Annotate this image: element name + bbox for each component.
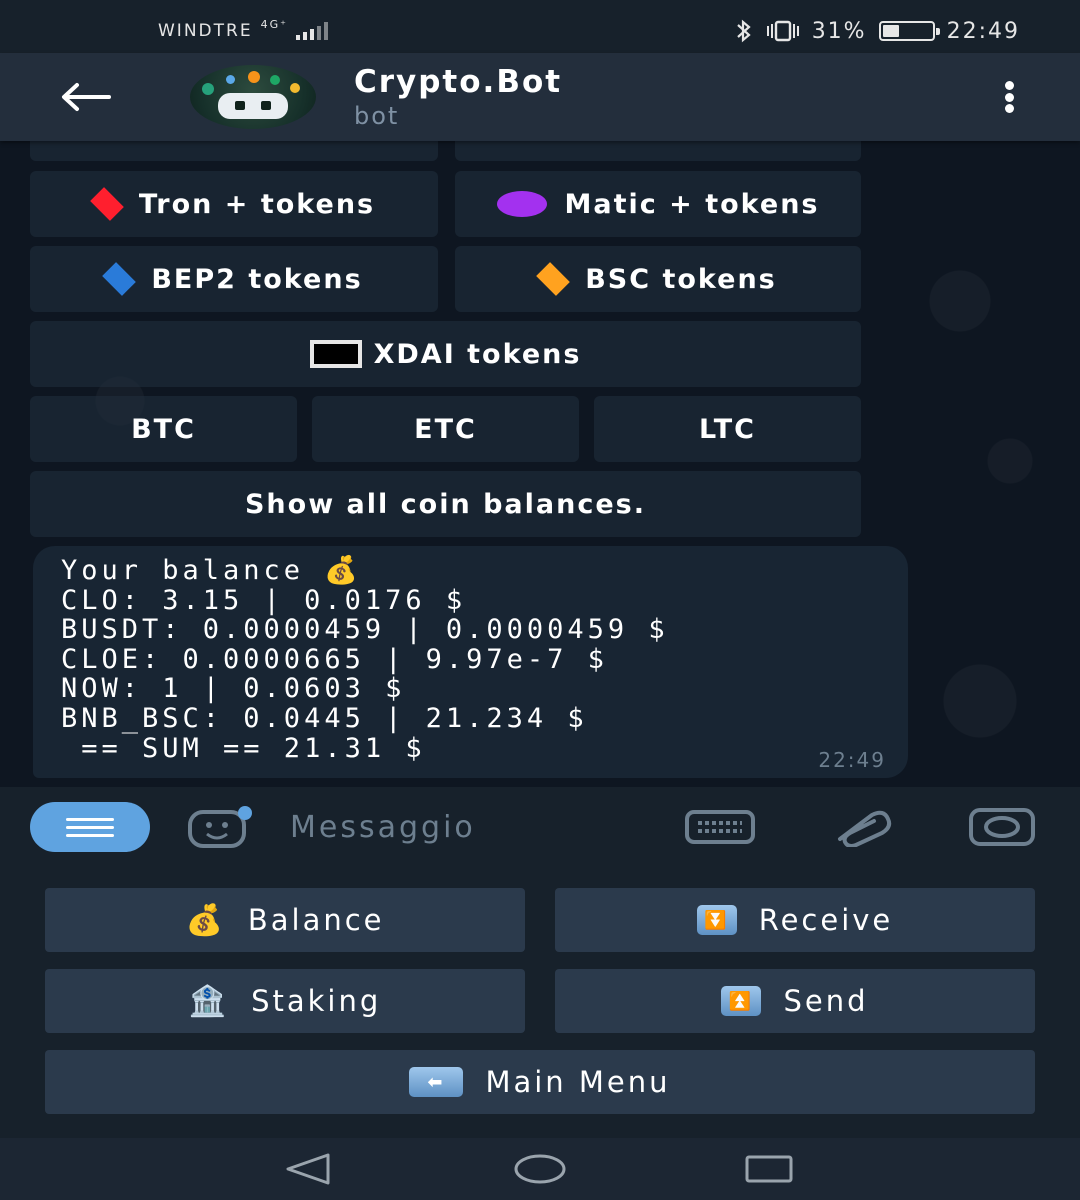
staking-button[interactable]: 🏦 Staking xyxy=(45,969,525,1033)
message-line: == SUM == 21.31 $ xyxy=(61,732,426,764)
clock: 22:49 xyxy=(946,18,1020,44)
message-line: BUSDT: 0.0000459 | 0.0000459 $ xyxy=(61,614,669,646)
inline-button-label: Matic + tokens xyxy=(564,188,820,220)
status-right: 31% 22:49 xyxy=(734,19,1020,44)
nav-recents-icon[interactable] xyxy=(744,1152,794,1186)
arrow-left-icon xyxy=(62,83,111,111)
inline-button-matic[interactable]: Matic + tokens xyxy=(455,171,861,237)
inline-button-show-all-balances[interactable]: Show all coin balances. xyxy=(30,471,861,537)
chat-header: Crypto.Bot bot xyxy=(0,53,1080,141)
inline-button-label: Show all coin balances. xyxy=(244,488,646,520)
inline-button-xdai[interactable]: XDAI tokens xyxy=(30,321,861,387)
inline-button-label: BTC xyxy=(131,413,196,445)
sticker-icon[interactable] xyxy=(187,805,255,849)
keyboard-icon[interactable] xyxy=(684,807,756,847)
reply-keyboard: 💰 Balance ⏬ Receive 🏦 Staking ⏫ Send ⬅ M… xyxy=(0,865,1080,1138)
inline-button-btc[interactable]: BTC xyxy=(30,396,297,462)
dot xyxy=(1004,81,1014,90)
inline-button-label: Tron + tokens xyxy=(138,188,376,220)
bluetooth-icon xyxy=(736,19,751,43)
bitcoin-coin-icon xyxy=(248,71,260,83)
line xyxy=(66,833,114,837)
arrow-left-box-icon: ⬅ xyxy=(409,1067,464,1097)
fast-up-icon: ⏫ xyxy=(721,986,762,1016)
signal-icon xyxy=(295,22,328,40)
inline-button-label: ETC xyxy=(414,413,477,445)
money-bag-icon: 💰 xyxy=(185,902,226,938)
bot-menu-button[interactable] xyxy=(30,802,150,852)
receive-button[interactable]: ⏬ Receive xyxy=(555,888,1035,952)
bot-face-icon xyxy=(218,93,288,119)
binance-coin-icon xyxy=(290,83,300,93)
carrier-name: WINDTRE xyxy=(158,21,253,41)
inline-button-ltc[interactable]: LTC xyxy=(594,396,861,462)
vibrate-icon xyxy=(766,20,799,42)
message-bubble[interactable]: Your balance 💰 CLO: 3.15 | 0.0176 $ BUSD… xyxy=(33,546,908,778)
staking-label: Staking xyxy=(251,984,382,1018)
receive-label: Receive xyxy=(758,903,894,937)
back-button[interactable] xyxy=(40,53,130,141)
nav-home-icon[interactable] xyxy=(512,1152,568,1186)
line xyxy=(66,825,114,829)
black-square-icon xyxy=(309,340,362,368)
tether-coin-icon xyxy=(202,83,214,95)
send-button[interactable]: ⏫ Send xyxy=(555,969,1035,1033)
title-block[interactable]: Crypto.Bot bot xyxy=(354,64,562,130)
more-options-button[interactable] xyxy=(994,81,1024,113)
main-menu-button[interactable]: ⬅ Main Menu xyxy=(45,1050,1035,1114)
message-line: CLOE: 0.0000665 | 9.97e-7 $ xyxy=(61,643,608,675)
battery-level xyxy=(882,25,899,37)
inline-button-bsc[interactable]: BSC tokens xyxy=(455,246,861,312)
ethereum-coin-icon xyxy=(270,75,280,85)
battery-icon xyxy=(878,21,940,41)
message-line: Your balance 💰 xyxy=(61,555,362,586)
avatar[interactable] xyxy=(190,65,316,129)
blue-diamond-icon xyxy=(102,262,137,296)
network-type: 4G⁺ xyxy=(260,17,288,31)
inline-button-partial[interactable] xyxy=(455,141,861,161)
inline-button-etc[interactable]: ETC xyxy=(312,396,579,462)
dot xyxy=(1004,92,1014,102)
bank-icon: 🏦 xyxy=(188,983,230,1019)
balance-label: Balance xyxy=(247,903,385,937)
chat-subtitle: bot xyxy=(354,102,400,130)
tron-coin-icon xyxy=(226,75,235,84)
nav-back-icon[interactable] xyxy=(284,1152,332,1186)
inline-button-label: BEP2 tokens xyxy=(151,263,363,295)
balance-button[interactable]: 💰 Balance xyxy=(45,888,525,952)
send-label: Send xyxy=(783,984,869,1018)
battery-percent: 31% xyxy=(811,18,867,44)
orange-diamond-icon xyxy=(536,262,571,296)
purple-circle-icon xyxy=(496,191,547,217)
inline-button-label: XDAI tokens xyxy=(373,338,582,370)
fast-down-icon: ⏬ xyxy=(696,905,737,935)
inline-button-label: LTC xyxy=(699,413,756,445)
chat-area[interactable]: Tron + tokens Matic + tokens BEP2 tokens… xyxy=(0,141,1080,787)
inline-button-tron[interactable]: Tron + tokens xyxy=(30,171,438,237)
message-time: 22:49 xyxy=(818,748,886,772)
input-bar xyxy=(0,787,1080,865)
chat-title: Crypto.Bot xyxy=(354,64,563,100)
inline-button-partial[interactable] xyxy=(30,141,438,161)
system-nav-bar xyxy=(0,1138,1080,1200)
attach-icon[interactable] xyxy=(832,807,896,847)
red-diamond-icon xyxy=(90,187,124,221)
message-line: BNB_BSC: 0.0445 | 21.234 $ xyxy=(61,702,588,734)
status-left: WINDTRE 4G⁺ xyxy=(158,17,328,41)
inline-button-bep2[interactable]: BEP2 tokens xyxy=(30,246,438,312)
message-line: CLO: 3.15 | 0.0176 $ xyxy=(61,584,467,616)
line xyxy=(66,817,114,821)
inline-button-label: BSC tokens xyxy=(585,263,777,295)
message-line: NOW: 1 | 0.0603 $ xyxy=(61,673,406,705)
message-input[interactable] xyxy=(290,805,670,849)
dot xyxy=(1004,104,1014,113)
main-menu-label: Main Menu xyxy=(485,1065,671,1099)
camera-icon[interactable] xyxy=(968,807,1036,847)
